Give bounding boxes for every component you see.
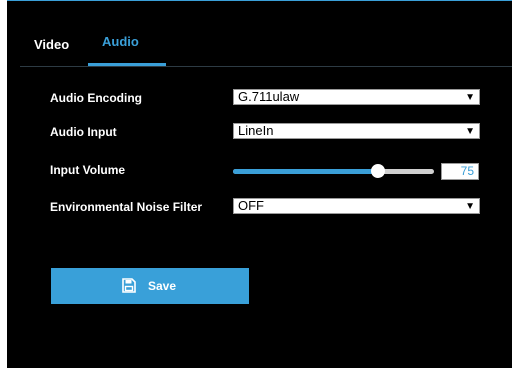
noise-filter-value: OFF bbox=[238, 198, 264, 213]
input-volume-value[interactable]: 75 bbox=[441, 163, 479, 180]
tab-divider bbox=[20, 66, 512, 67]
dropdown-arrow-icon: ▼ bbox=[465, 201, 475, 212]
audio-input-value: LineIn bbox=[238, 123, 274, 138]
input-volume-slider[interactable] bbox=[233, 164, 434, 178]
tab-audio[interactable]: Audio bbox=[102, 34, 139, 49]
input-volume-slider-fill bbox=[233, 169, 378, 174]
input-volume-label: Input Volume bbox=[50, 163, 126, 177]
dropdown-arrow-icon: ▼ bbox=[465, 126, 475, 137]
noise-filter-label: Environmental Noise Filter bbox=[50, 200, 203, 214]
audio-input-select[interactable]: LineIn ▼ bbox=[233, 123, 480, 139]
floppy-disk-icon bbox=[122, 278, 136, 293]
audio-encoding-label: Audio Encoding bbox=[50, 91, 142, 105]
audio-settings-panel: Video Audio Audio Encoding G.711ulaw ▼ A… bbox=[7, 0, 512, 368]
audio-input-label: Audio Input bbox=[50, 125, 117, 139]
tab-bar: Video Audio bbox=[7, 1, 512, 66]
save-button[interactable]: Save bbox=[51, 268, 249, 304]
tab-video[interactable]: Video bbox=[34, 37, 69, 52]
save-button-label: Save bbox=[148, 279, 177, 293]
audio-encoding-select[interactable]: G.711ulaw ▼ bbox=[233, 89, 480, 105]
input-volume-slider-handle[interactable] bbox=[371, 164, 385, 178]
dropdown-arrow-icon: ▼ bbox=[465, 92, 475, 103]
noise-filter-select[interactable]: OFF ▼ bbox=[233, 198, 480, 214]
audio-encoding-value: G.711ulaw bbox=[238, 89, 300, 104]
